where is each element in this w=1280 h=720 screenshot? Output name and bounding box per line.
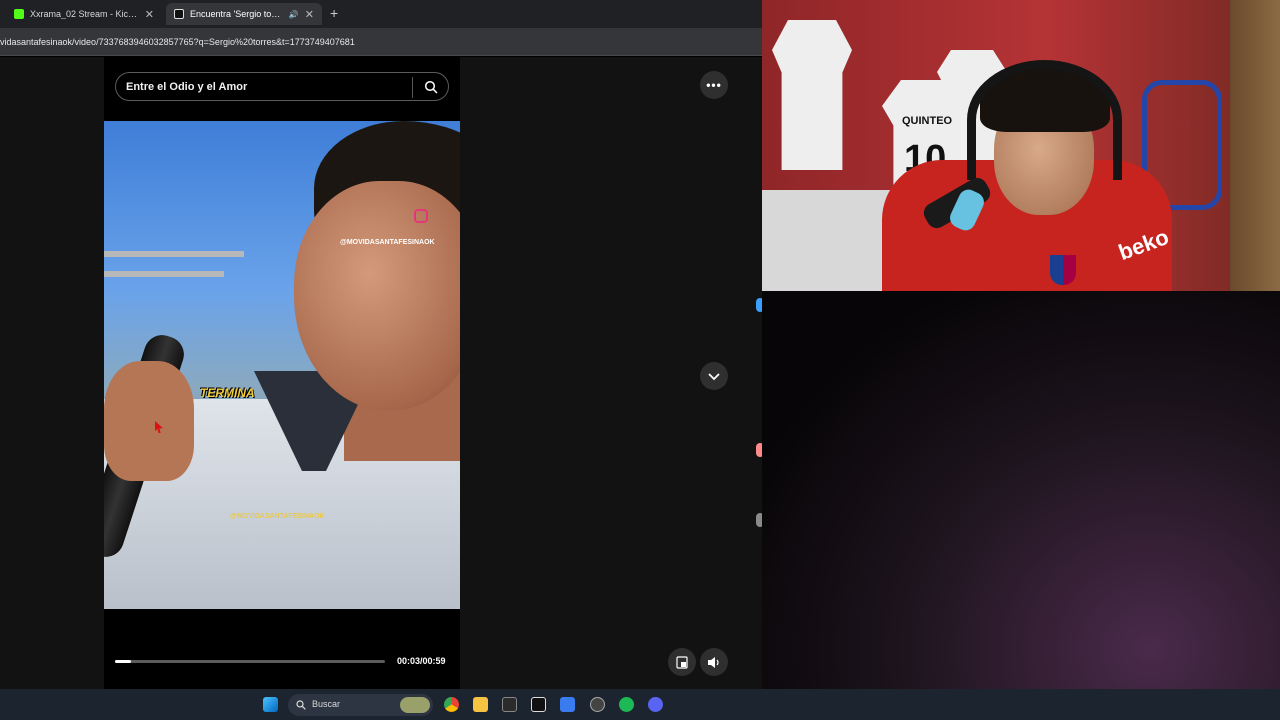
capcut-icon[interactable] [531, 697, 546, 712]
more-options-button[interactable]: ••• [700, 71, 728, 99]
balcony-rail [104, 271, 224, 277]
taskbar-search[interactable]: Buscar [288, 694, 433, 716]
headset-image [967, 60, 1122, 180]
video-watermark-top: @MOVIDASANTAFESINAOK [340, 239, 435, 246]
taskbar-search-label: Buscar [312, 699, 341, 709]
door-image [1230, 0, 1280, 291]
video-watermark-bottom: @MOVIDASANTAFESINAOK [230, 513, 325, 520]
close-tab-icon[interactable]: ✕ [305, 8, 314, 21]
search-highlight-icon [400, 697, 430, 713]
url-text[interactable]: vidasantafesinaok/video/7337683946032857… [0, 37, 355, 47]
webcam-overlay: QUINTEO 10 beko [762, 0, 1280, 291]
video-caption: TERMINA [200, 386, 255, 400]
spotify-icon[interactable] [619, 697, 634, 712]
tab-title: Encuentra 'Sergio torres' en [190, 9, 283, 19]
address-bar[interactable]: vidasantafesinaok/video/7337683946032857… [0, 28, 762, 56]
progress-fill [115, 660, 132, 663]
video-time: 00:03/00:59 [397, 656, 446, 666]
search-input[interactable]: Entre el Odio y el Amor [126, 81, 247, 93]
search-bar[interactable]: Entre el Odio y el Amor [115, 72, 449, 101]
epic-games-icon[interactable] [502, 697, 517, 712]
kick-logo-icon [14, 9, 24, 19]
volume-button[interactable] [700, 648, 728, 676]
search-icon[interactable] [424, 80, 438, 94]
balcony-rail [104, 251, 244, 257]
dark-camera-overlay [762, 291, 1280, 689]
tab-kick-dashboard[interactable]: Xxrama_02 Stream - Kick Dashb ✕ [6, 3, 162, 25]
file-explorer-icon[interactable] [473, 697, 488, 712]
tab-title: Xxrama_02 Stream - Kick Dashb [30, 9, 139, 19]
picture-in-picture-button[interactable] [668, 648, 696, 676]
speaker-icon [708, 656, 719, 668]
club-crest-icon [1050, 255, 1076, 285]
start-menu-icon[interactable] [263, 697, 278, 712]
next-video-button[interactable] [700, 362, 728, 390]
video-content[interactable]: @MOVIDASANTAFESINAOK @MOVIDASANTAFESINAO… [104, 121, 460, 609]
tiktok-logo-icon [174, 9, 184, 19]
discord-icon[interactable] [648, 697, 663, 712]
search-icon [296, 700, 306, 710]
jersey-image [772, 20, 852, 170]
audio-playing-icon[interactable]: 🔊 [289, 10, 299, 19]
chevron-down-icon [708, 373, 720, 381]
tab-tiktok-search[interactable]: Encuentra 'Sergio torres' en 🔊 ✕ [166, 3, 322, 25]
chrome-icon[interactable] [444, 697, 459, 712]
singer-hand-image [104, 361, 194, 481]
search-divider [412, 77, 413, 98]
browser-tab-bar: Xxrama_02 Stream - Kick Dashb ✕ Encuentr… [0, 0, 762, 28]
video-progress-bar[interactable] [115, 660, 385, 663]
obs-icon[interactable] [590, 697, 605, 712]
close-tab-icon[interactable]: ✕ [145, 8, 154, 21]
pip-icon [676, 655, 688, 669]
instagram-icon [414, 209, 428, 223]
new-tab-icon[interactable]: + [330, 5, 338, 21]
app-icon[interactable] [560, 697, 575, 712]
jersey-name: QUINTEO [902, 115, 953, 127]
windows-taskbar: Buscar [0, 689, 1280, 720]
